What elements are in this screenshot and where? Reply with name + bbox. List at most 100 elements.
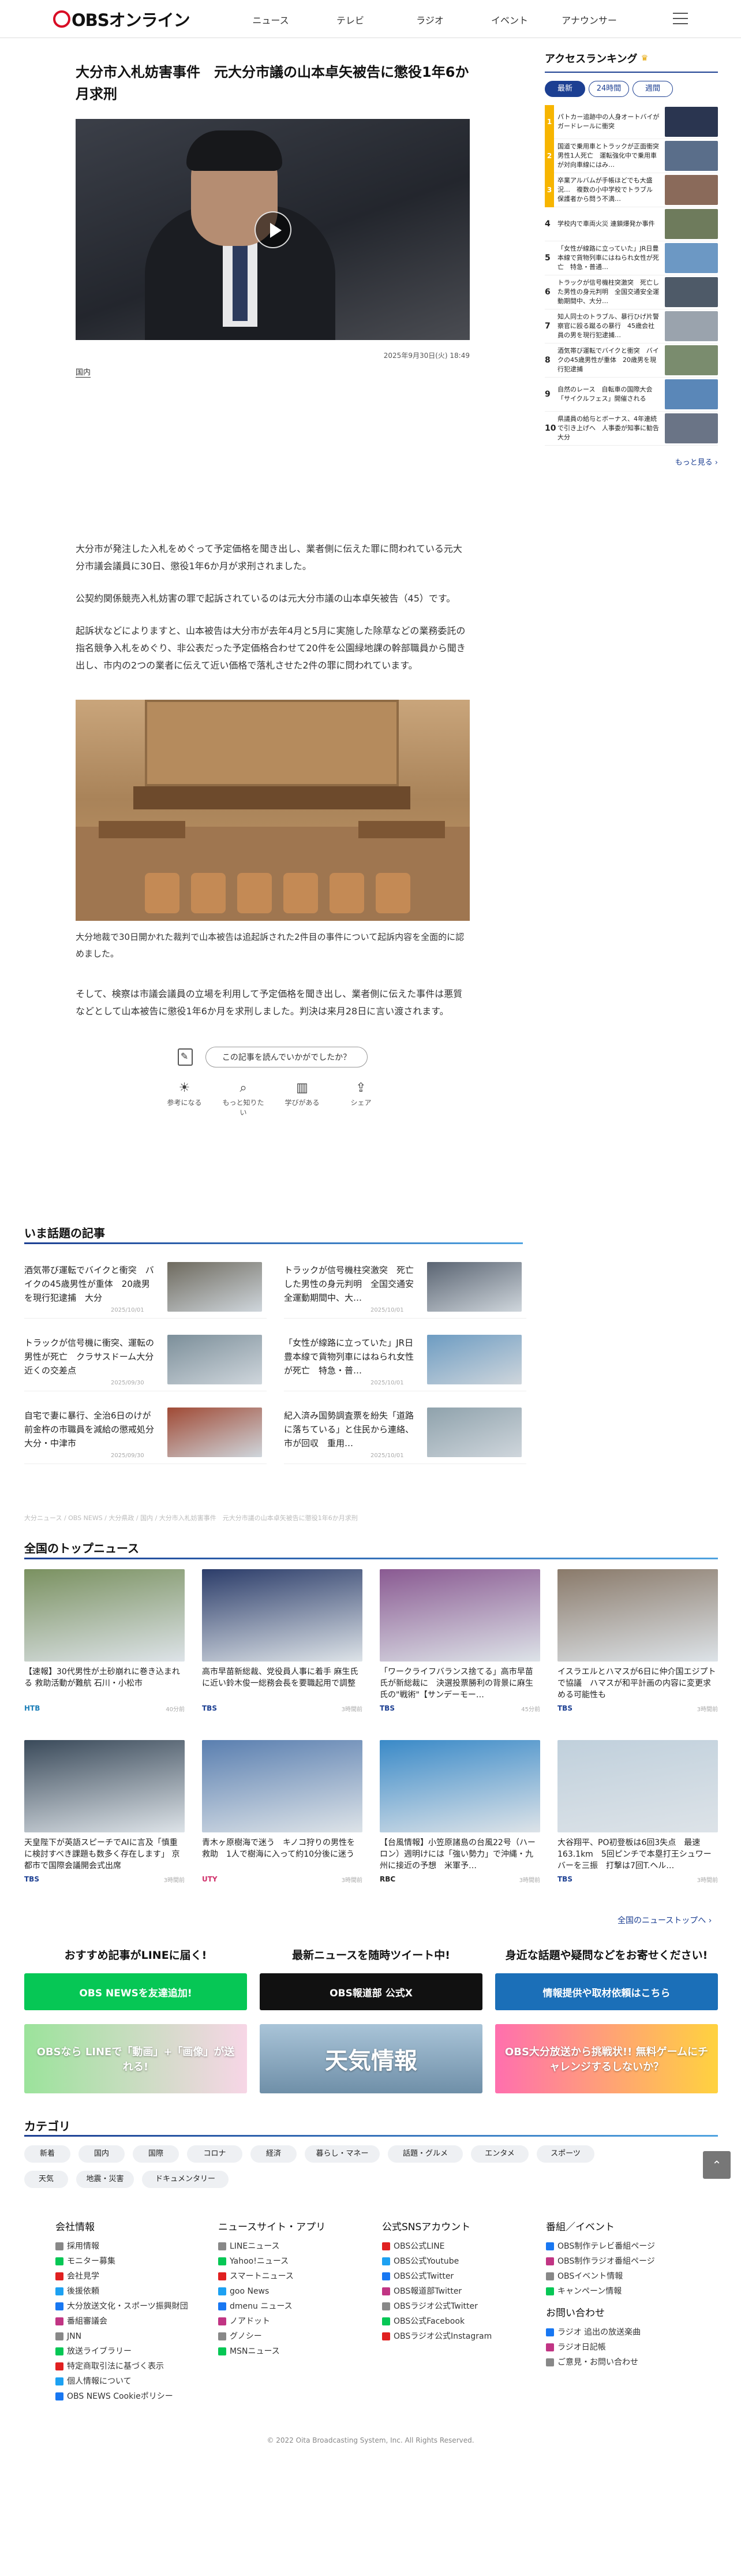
trending-item[interactable]: 「女性が線路に立っていた」JR日豊本線で貨物列車にはねられ女性が死亡 特急・普……: [284, 1331, 526, 1391]
nav-item-news[interactable]: ニュース: [231, 13, 310, 27]
category-pill[interactable]: 天気: [24, 2171, 68, 2188]
footer-link[interactable]: OBS NEWS Cookieポリシー: [55, 2389, 188, 2404]
article-category-tag[interactable]: 国内: [76, 366, 91, 378]
breadcrumb[interactable]: 大分ニュース / OBS NEWS / 大分県政 / 国内 / 大分市入札妨害事…: [24, 1513, 358, 1522]
footer-link[interactable]: MSNニュース: [218, 2344, 325, 2359]
promo-button[interactable]: OBS報道部 公式X: [260, 1973, 482, 2010]
ranking-item[interactable]: 1 パトカー追跡中の人身オートバイがガードレールに衝突: [545, 104, 718, 139]
footer-link[interactable]: 会社見学: [55, 2269, 188, 2284]
footer-link[interactable]: OBS公式Twitter: [382, 2269, 492, 2284]
nav-item-tv[interactable]: テレビ: [310, 13, 390, 27]
category-pill[interactable]: 地震・災害: [76, 2171, 134, 2188]
news-card[interactable]: 大谷翔平、PO初登板は6回3失点 最速163.1km 5回ピンチで本塁打王シュワ…: [557, 1740, 718, 1884]
footer-link[interactable]: 採用情報: [55, 2239, 188, 2254]
ranking-item[interactable]: 6 トラックが信号機柱突激突 死亡した男性の身元判明 全国交通安全運動期間中、大分…: [545, 275, 718, 309]
footer-link[interactable]: モニター募集: [55, 2254, 188, 2269]
news-card[interactable]: 高市早苗新総裁、党役員人事に着手 麻生氏に近い鈴木俊一総務会長を要職起用で調整 T…: [202, 1569, 362, 1713]
menu-icon[interactable]: [673, 13, 688, 24]
trending-item[interactable]: 酒気帯び運転でバイクと衝突 バイクの45歳男性が重体 20歳男を現行犯逮捕 大分…: [24, 1259, 267, 1319]
news-card[interactable]: 【台風情報】小笠原諸島の台風22号（ハーロン）週明けには「強い勢力」で沖縄・九州…: [380, 1740, 540, 1884]
news-headline: 天皇陛下が英語スピーチでAIに言及「慎重に検討すべき課題も数多く存在します」 京…: [24, 1838, 180, 1871]
reaction-know-more[interactable]: ⌕ もっと知りたい: [220, 1079, 267, 1117]
category-pill[interactable]: コロナ: [187, 2145, 242, 2163]
ranking-item[interactable]: 9 自然のレース 自転車の国際大会「サイクルフェス」開催される: [545, 378, 718, 412]
ranking-item[interactable]: 10 県議員の給与とボーナス、4年連続で引き上げへ 人事委が知事に勧告 大分: [545, 412, 718, 446]
footer-link[interactable]: OBSラジオ公式Twitter: [382, 2299, 492, 2314]
ranking-tab-weekly[interactable]: 週間: [633, 81, 673, 97]
category-pill[interactable]: スポーツ: [537, 2145, 594, 2163]
category-pill[interactable]: 話題・グルメ: [388, 2145, 463, 2163]
footer-link[interactable]: LINEニュース: [218, 2239, 325, 2254]
footer-link[interactable]: goo News: [218, 2284, 325, 2299]
reaction-share[interactable]: ⇪ シェア: [338, 1079, 384, 1117]
article-video-thumbnail[interactable]: [76, 119, 470, 340]
footer-link[interactable]: OBS公式Facebook: [382, 2314, 492, 2329]
footer-link[interactable]: ノアドット: [218, 2314, 325, 2329]
news-card[interactable]: 「ワークライフバランス捨てる」高市早苗氏が新総裁に 決選投票勝利の背景に麻生氏の…: [380, 1569, 540, 1713]
back-to-top-button[interactable]: ⌃: [703, 2151, 731, 2179]
trending-item[interactable]: 紀入済み国勢調査票を紛失「道路に落ちている」と住民から連絡、市が回収 重用… 20…: [284, 1404, 526, 1464]
category-pill[interactable]: 国内: [78, 2145, 125, 2163]
ranking-item[interactable]: 2 国道で乗用車とトラックが正面衝突 男性1人死亡 運転強化中で乗用車が対向車線に…: [545, 139, 718, 173]
footer-link[interactable]: OBS制作ラジオ番組ページ: [546, 2254, 655, 2269]
ranking-tab-24h[interactable]: 24時間: [589, 81, 629, 97]
ranking-item[interactable]: 3 卒業アルバムが手帳ほどでも大盛況… 複数の小中学校でトラブル 保護者から問う不…: [545, 173, 718, 207]
footer-link[interactable]: 特定商取引法に基づく表示: [55, 2359, 188, 2374]
footer-link[interactable]: JNN: [55, 2329, 188, 2344]
footer-link[interactable]: dmenu ニュース: [218, 2299, 325, 2314]
all-news-link[interactable]: 全国のニューストップへ ›: [618, 1914, 712, 1926]
reaction-helpful[interactable]: ☀ 参考になる: [162, 1079, 208, 1117]
promo-banner[interactable]: 天気情報: [260, 2024, 482, 2093]
footer-link[interactable]: OBS公式LINE: [382, 2239, 492, 2254]
footer-link[interactable]: ラジオ 追出の放送楽曲: [546, 2325, 641, 2340]
news-card[interactable]: イスラエルとハマスが6日に仲介国エジプトで協議 ハマスが和平計画の内容に変更求め…: [557, 1569, 718, 1713]
ranking-tab-latest[interactable]: 最新: [545, 81, 585, 97]
category-pill[interactable]: エンタメ: [471, 2145, 529, 2163]
ranking-thumbnail: [665, 107, 718, 137]
footer-link[interactable]: 番組審議会: [55, 2314, 188, 2329]
footer-link[interactable]: ご意見・お問い合わせ: [546, 2355, 641, 2370]
footer-link[interactable]: 個人情報について: [55, 2374, 188, 2389]
footer-link[interactable]: OBS報道部Twitter: [382, 2284, 492, 2299]
nav-item-radio[interactable]: ラジオ: [390, 13, 470, 27]
footer-link[interactable]: スマートニュース: [218, 2269, 325, 2284]
ranking-item[interactable]: 5 「女性が線路に立っていた」JR日豊本線で貨物列車にはねられ女性が死亡 特急・普…: [545, 241, 718, 275]
promo-banner[interactable]: OBSなら LINEで「動画」+「画像」が送れる!: [24, 2024, 247, 2093]
footer-link[interactable]: OBSラジオ公式Instagram: [382, 2329, 492, 2344]
ranking-item[interactable]: 4 学校内で車両火災 連鎖爆発か事件: [545, 207, 718, 241]
footer-link[interactable]: グノシー: [218, 2329, 325, 2344]
category-pill[interactable]: 経済: [250, 2145, 297, 2163]
nav-item-announcer[interactable]: アナウンサー: [549, 13, 629, 27]
promo-button[interactable]: OBS NEWSを友達追加!: [24, 1973, 247, 2010]
news-card[interactable]: 天皇陛下が英語スピーチでAIに言及「慎重に検討すべき課題も数多く存在します」 京…: [24, 1740, 185, 1884]
site-logo[interactable]: OBSオンライン: [53, 8, 190, 30]
ranking-item[interactable]: 8 酒気帯び運転でバイクと衝突 バイクの45歳男性が重体 20歳男を現行犯逮捕: [545, 344, 718, 378]
trending-item[interactable]: トラックが信号機柱突激突 死亡した男性の身元判明 全国交通安全運動期間中、大… 2…: [284, 1259, 526, 1319]
footer-link[interactable]: OBSイベント情報: [546, 2269, 655, 2284]
nav-item-event[interactable]: イベント: [470, 13, 549, 27]
trending-item[interactable]: 自宅で妻に暴行、全治6日のけが 前金杵の市職員を減給の懲戒処分 大分・中津市 20…: [24, 1404, 267, 1464]
reaction-learning[interactable]: ▥ 学びがある: [279, 1079, 325, 1117]
news-card[interactable]: 【速報】30代男性が土砂崩れに巻き込まれる 救助活動が難航 石川・小松市 HTB 4…: [24, 1569, 185, 1713]
feedback-button[interactable]: この記事を読んでいかがでしたか？: [205, 1047, 368, 1067]
category-pill[interactable]: 国際: [133, 2145, 179, 2163]
category-pill[interactable]: 新着: [24, 2145, 70, 2163]
ranking-item[interactable]: 7 知人同士のトラブル、暴行ひげ片警察官に殴る蹴るの暴行 45歳会社員の男を現行犯…: [545, 309, 718, 344]
promo-banner[interactable]: OBS大分放送から挑戦状!! 無料ゲームにチャレンジするしないか？: [495, 2024, 718, 2093]
footer-link[interactable]: ラジオ日記帳: [546, 2340, 641, 2355]
ranking-more-link[interactable]: もっと見る ›: [545, 456, 718, 467]
trending-item[interactable]: トラックが信号機に衝突、運転の男性が死亡 クラサスドーム大分近くの交差点 2025…: [24, 1331, 267, 1391]
footer-link[interactable]: OBS公式Youtube: [382, 2254, 492, 2269]
footer-link[interactable]: キャンペーン情報: [546, 2284, 655, 2299]
article: 大分市入札妨害事件 元大分市議の山本卓矢被告に懲役1年6か月求刑 2025年9月…: [76, 61, 470, 1117]
news-card[interactable]: 青木ヶ原樹海で迷う キノコ狩りの男性を救助 1人で樹海に入って約10分後に迷う U…: [202, 1740, 362, 1884]
promo-button[interactable]: 情報提供や取材依頼はこちら: [495, 1973, 718, 2010]
footer-link[interactable]: OBS制作テレビ番組ページ: [546, 2239, 655, 2254]
footer-link[interactable]: 後援依頼: [55, 2284, 188, 2299]
category-pill[interactable]: 暮らし・マネー: [305, 2145, 380, 2163]
footer-link[interactable]: 大分放送文化・スポーツ振興財団: [55, 2299, 188, 2314]
play-icon[interactable]: [255, 211, 291, 248]
category-pill[interactable]: ドキュメンタリー: [142, 2171, 229, 2188]
footer-link[interactable]: Yahoo!ニュース: [218, 2254, 325, 2269]
footer-link[interactable]: 放送ライブラリー: [55, 2344, 188, 2359]
